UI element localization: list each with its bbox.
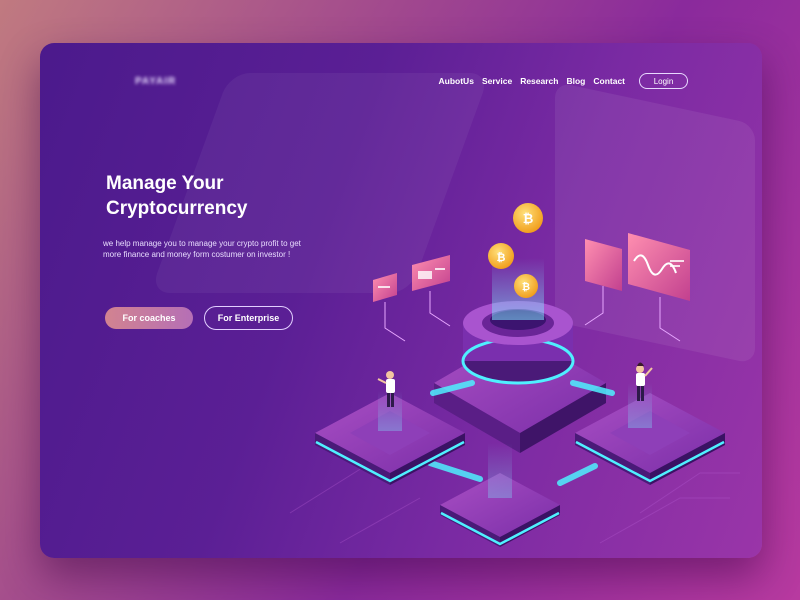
- landing-card: PAYAIR AubotUs Service Research Blog Con…: [40, 43, 762, 558]
- floating-screen-right: [584, 239, 622, 326]
- bitcoin-coin-icon: ₿: [513, 203, 543, 233]
- svg-text:₿: ₿: [522, 281, 530, 293]
- floating-screen-left: [412, 255, 451, 327]
- floating-chart-panel: [628, 233, 690, 342]
- floating-screen-left-small: [373, 273, 406, 342]
- bottom-platform: [440, 443, 560, 547]
- svg-text:₿: ₿: [523, 212, 534, 227]
- isometric-crypto-illustration: ₿ ₿ ₿: [289, 203, 740, 547]
- bitcoin-coin-icon: ₿: [514, 274, 538, 298]
- bitcoin-coin-icon: ₿: [488, 243, 514, 269]
- svg-text:₿: ₿: [497, 251, 506, 264]
